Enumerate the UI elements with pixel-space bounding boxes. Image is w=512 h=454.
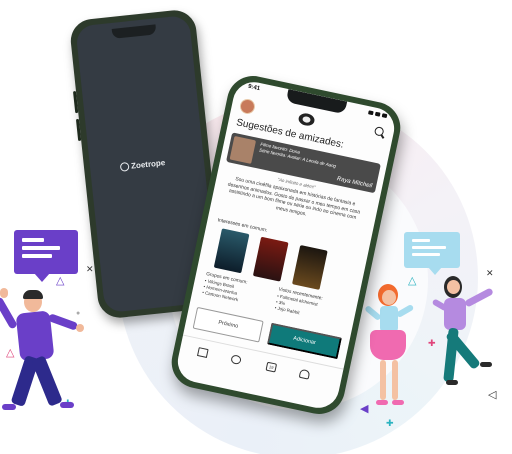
poster-1[interactable] (213, 228, 250, 274)
side-button (72, 91, 79, 114)
phone-notch (111, 24, 157, 39)
home-icon[interactable] (196, 347, 209, 358)
profile-name: Raya Mitchell (336, 176, 373, 190)
poster-2[interactable] (252, 236, 289, 282)
speech-bubble-icon (14, 230, 78, 282)
add-button[interactable]: Adicionar (266, 322, 342, 360)
cross-decoration: ✕ (86, 264, 94, 274)
poster-3[interactable] (292, 244, 328, 290)
app-logo-text: Zoetrope (130, 158, 166, 171)
film-reel-icon[interactable] (297, 111, 316, 128)
film-reel-icon (119, 161, 130, 172)
dancing-woman-illustration (430, 270, 510, 420)
signal-icon (367, 110, 374, 116)
dancing-woman-illustration (360, 280, 420, 430)
status-icons (367, 110, 388, 119)
hero-illustration: △ ✕ △ ✚ ● △ ✕ ◁ ✚ ◀ ✚ ● (0, 0, 512, 454)
status-time: 9:41 (247, 83, 261, 93)
recent-list: Vistos recentemente: • Fullmetal alchemi… (274, 287, 323, 320)
bell-icon[interactable] (298, 368, 311, 380)
dancing-man-illustration (0, 280, 100, 440)
profile-photo (229, 135, 257, 164)
groups-list: Grupos em comum: • Vikings Brasil • Home… (202, 272, 248, 304)
app-logo: Zoetrope (119, 158, 166, 172)
next-button[interactable]: Próximo (192, 306, 264, 343)
battery-icon (381, 113, 388, 119)
wifi-icon (374, 111, 381, 117)
speech-bubble-icon (404, 232, 460, 275)
avatar[interactable] (238, 97, 257, 116)
calendar-icon[interactable]: 19 (265, 361, 278, 373)
phone-notch (285, 89, 348, 115)
search-icon[interactable] (373, 126, 385, 137)
side-button (75, 118, 82, 142)
add-friend-icon[interactable] (230, 354, 242, 366)
